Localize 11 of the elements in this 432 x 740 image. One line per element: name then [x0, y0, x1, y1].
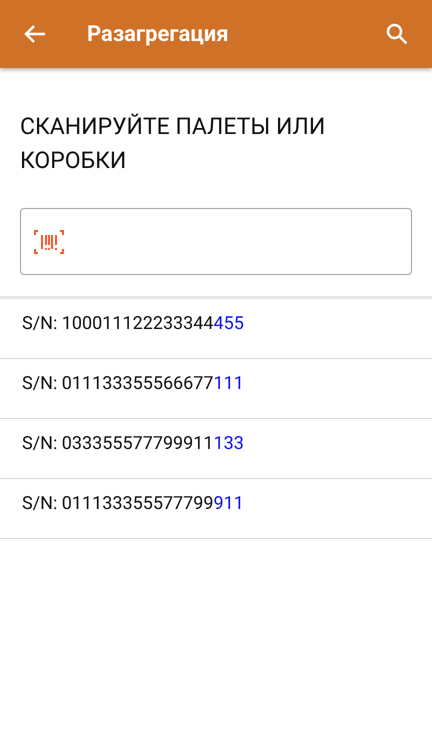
serial-number[interactable]: S/N: 011133355566677111 — [22, 370, 244, 408]
barcode-icon — [34, 230, 64, 254]
serial-number[interactable]: S/N: 100011122233344455 — [22, 310, 244, 348]
search-button[interactable] — [384, 21, 410, 47]
serial-number[interactable]: S/N: 033355577799911 133 — [22, 430, 244, 468]
back-arrow-icon — [24, 24, 46, 44]
search-icon — [386, 23, 408, 45]
serial-number[interactable]: S/N: 011133355577799911 — [22, 490, 244, 528]
screen-title: Разагрегация — [87, 20, 230, 48]
scan-prompt: СКАНИРУЙТЕ ПАЛЕТЫ ИЛИ КОРОБКИ — [19, 112, 326, 176]
scan-field[interactable] — [20, 208, 412, 275]
